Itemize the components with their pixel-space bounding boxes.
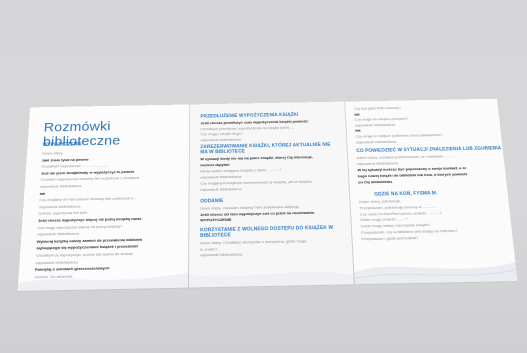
- text-line: odpowiedź bibliotekarza: [40, 183, 81, 188]
- panel-right-text-1: Czy jest jakiś limit czasowy? tak Czy mogę…: [344, 99, 497, 102]
- text-line: Czy mogę to miejsce podkoniec przeczytał…: [355, 132, 442, 138]
- text-line: zajmującego się wypożyczeniami książek i…: [36, 244, 138, 251]
- text-line: WYPOŻYCZENIE: [200, 217, 231, 222]
- section-heading-wypozyczenie: WYPOŻYCZENIE: [43, 142, 82, 148]
- section-heading-gdzie: GDZIE NA KOŃ, FYSMA M.: [374, 191, 438, 198]
- text-line: Przepraszam, potrzebuję pomocy w .......…: [359, 204, 435, 210]
- text-line: odpowiedź bibliotekarza: [200, 137, 240, 142]
- text-line: odpowiedź bibliotekarza: [200, 174, 241, 179]
- panel-left-text: Dzień dobry. Jaki znam tytuł na pewnie Chc…: [30, 104, 189, 107]
- text-line: Czy mogę wypożyczyć więcej niż jedną ksi…: [37, 223, 122, 229]
- text-line: Chciałbym przedłużyć wypożyczenie tej ks…: [200, 125, 293, 131]
- text-line: odpowiedź bibliotekarza: [357, 161, 398, 166]
- brochure-panel-left: Rozmówki biblioteczne WYPOŻYCZENIE Dzień…: [18, 104, 190, 291]
- text-line: Dzień dobry, potrzebuje...: [359, 199, 403, 204]
- brochure: Rozmówki biblioteczne WYPOŻYCZENIE Dzień…: [18, 99, 518, 291]
- text-line: Chciałbym wypożyczyć ...................…: [41, 163, 109, 169]
- text-line: odpowiedź bibliotekarza: [39, 204, 81, 209]
- text-line: Dzień dobry. Chciałbym skorzystać z komp…: [200, 238, 306, 245]
- text-line: Jest nie jeśm zkrajbiimaty w wypożyczyć …: [41, 169, 135, 175]
- panel-right-text-3: Dzień dobry, potrzebuje... Przepraszam, p…: [344, 99, 497, 102]
- brochure-panel-right: Czy jest jakiś limit czasowy? tak Czy mogę…: [344, 99, 517, 285]
- text-line: Dzień dobry, chciałem poinformować, że z…: [357, 154, 454, 160]
- text-line: odpowiedź bibliotekarza: [200, 187, 241, 192]
- text-line: Chciałem wypożyczyć dowolny film audiobo…: [40, 176, 139, 182]
- text-line: możesz zapytać:: [200, 162, 230, 167]
- text-line: Czy jest jakiś limit czasowy?: [354, 105, 401, 110]
- text-line: Dobrze, wypożyczę ten tytuł.: [38, 210, 88, 215]
- panel-right-text-2: Dzień dobry, chciałem poinformować, że z…: [344, 99, 497, 102]
- panel-middle-text-1: Jeśli chcesz przedłużyć czas wypożyczeni…: [189, 102, 344, 105]
- text-line: Wybieraj książkę należy zamień do przewa…: [37, 237, 143, 244]
- text-line: tak: [354, 112, 360, 116]
- text-line: tak: [40, 191, 46, 196]
- text-line: Jeśli chcesz od razu wypożyczyć coś co j…: [200, 210, 314, 217]
- decorative-wave: [18, 252, 189, 291]
- text-line: kogo nowej książki do biblioteki lub inn…: [358, 172, 468, 178]
- text-line: Jaki znam tytuł na pewnie: [42, 157, 89, 162]
- text-line: Czy mogłabym/mógłbym zarezerwować tę ksi…: [200, 179, 311, 186]
- text-line: Czy mogę na miejscu poczytać?: [354, 116, 408, 121]
- section-heading-wolny-dostep: KORZYSTANIE Z WOLNEGO DOSTĘPU DO KSIĄŻEK…: [200, 225, 338, 239]
- text-line: tak: [355, 128, 361, 132]
- text-line: Dzień dobry.: [42, 151, 63, 156]
- text-line: Gdzie mogę znaleźć ........?: [360, 217, 408, 222]
- decorative-wave: [352, 245, 517, 284]
- text-line: Przepraszam, gdzie jest toaleta?: [361, 235, 418, 241]
- section-heading-przedluzenie: PRZEDŁUŻENIE WYPOŻYCZENIA KSIĄŻKI: [200, 112, 298, 119]
- section-heading-oddanie: ODDANIE: [200, 198, 223, 204]
- text-line: Gdzie mogę oddać / skorzystać książki?: [360, 223, 430, 229]
- panel-middle-text-4: Dzień dobry. Chciałbym skorzystać z komp…: [189, 102, 344, 105]
- photo: Rozmówki biblioteczne WYPOŻYCZENIE Dzień…: [0, 0, 527, 353]
- text-line: odpowiedź bibliotekarza: [356, 139, 397, 144]
- brochure-panel-middle: PRZEDŁUŻENIE WYPOŻYCZENIA KSIĄŻKI Jeśli …: [188, 102, 354, 288]
- text-line: odpowiedź bibliotekarza: [355, 122, 395, 127]
- decorative-wave: [188, 249, 354, 288]
- section-heading-rezerwacja: ZAREZERWOWANIE KSIĄŻKI, KTÓREJ AKTUALNIE…: [200, 142, 333, 155]
- text-line: on Cię bibliotekarz: [358, 179, 392, 184]
- text-line: Czy mogłaby mi Pani polecić dowolny film…: [39, 196, 138, 202]
- text-line: Przepraszam, czy w bibliotece jest dostę…: [361, 228, 458, 234]
- text-line: Kiedy będzie dostępna książka o tytule .…: [200, 167, 281, 173]
- text-line: Czy może mi Pan/Pani pomóc znaleźć .....…: [360, 210, 442, 216]
- text-line: odpowiedź bibliotekarza: [37, 231, 79, 236]
- text-line: Czy mogę i na jak długo?: [200, 131, 242, 136]
- text-line: Jeśli chcesz wypożyczyć więcej niż jedną…: [38, 216, 142, 223]
- panel-middle-text-3: Dzień dobry. Zwracam książkę/ film/ audi…: [189, 102, 344, 105]
- panel-middle-text-2: W sytuacji kiedy nie ma na półce książki…: [189, 102, 344, 105]
- text-line: W sytuacji kiedy nie ma na półce książki…: [200, 155, 313, 161]
- section-heading-znalezienie: CO POWIEDZIEĆ W SYTUACJI ZNALEZIENIA LUB…: [356, 146, 501, 154]
